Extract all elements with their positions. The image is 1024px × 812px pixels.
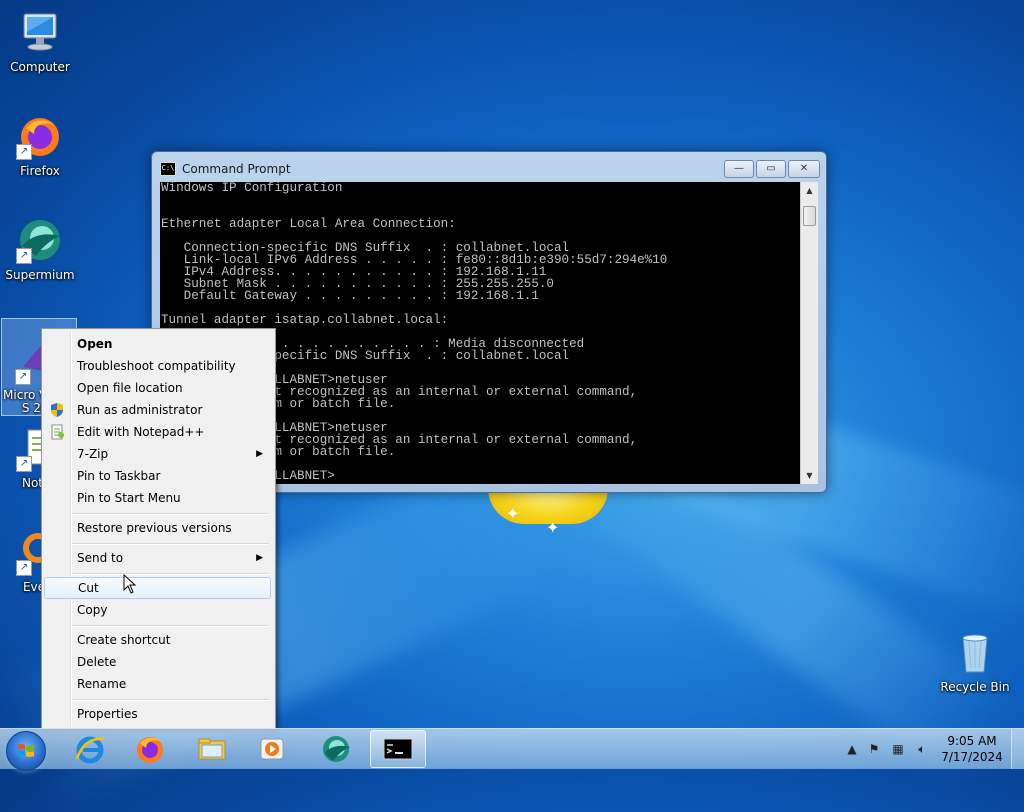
clock-time: 9:05 AM xyxy=(947,734,997,748)
minimize-button[interactable]: — xyxy=(724,160,754,178)
desktop-icon-recycle-bin[interactable]: Recycle Bin xyxy=(938,628,1012,694)
menu-item-label: Edit with Notepad++ xyxy=(77,425,205,439)
sparkle-icon: ✦ xyxy=(506,504,520,523)
menu-item-label: Run as administrator xyxy=(77,403,203,417)
command-prompt-icon: C:\ xyxy=(160,162,176,176)
internet-explorer-icon xyxy=(75,736,105,764)
submenu-arrow-icon: ▶ xyxy=(256,449,263,459)
taskbar-firefox[interactable] xyxy=(122,730,178,768)
menu-separator xyxy=(72,699,269,701)
taskbar-internet-explorer[interactable] xyxy=(62,730,118,768)
menu-item-delete[interactable]: Delete xyxy=(44,651,271,673)
desktop-icon-label: Computer xyxy=(10,60,70,74)
menu-separator xyxy=(72,625,269,627)
context-menu: Open Troubleshoot compatibility Open fil… xyxy=(41,328,276,729)
volume-icon[interactable]: 🔈︎ xyxy=(914,741,930,757)
menu-item-troubleshoot-compatibility[interactable]: Troubleshoot compatibility xyxy=(44,355,271,377)
start-button[interactable] xyxy=(6,731,46,771)
menu-item-pin-to-taskbar[interactable]: Pin to Taskbar xyxy=(44,465,271,487)
recycle-bin-icon xyxy=(951,628,999,676)
menu-item-cut[interactable]: Cut xyxy=(44,577,271,599)
show-hidden-icons-arrow-icon[interactable]: ▲ xyxy=(844,741,860,757)
taskbar-file-explorer[interactable] xyxy=(184,730,240,768)
windows-logo-icon xyxy=(18,744,34,757)
taskbar-supermium[interactable] xyxy=(308,730,364,768)
menu-separator xyxy=(72,543,269,545)
menu-item-send-to[interactable]: Send to ▶ xyxy=(44,547,271,569)
maximize-button[interactable]: ▭ xyxy=(756,160,786,178)
system-clock[interactable]: 9:05 AM 7/17/2024 xyxy=(932,733,1012,765)
scroll-down-arrow-icon[interactable]: ▼ xyxy=(801,467,818,484)
desktop-icon-computer[interactable]: Computer xyxy=(3,8,77,74)
menu-separator xyxy=(72,573,269,575)
desktop-icon-label: Supermium xyxy=(5,268,75,282)
shortcut-arrow-icon: ↗ xyxy=(16,248,32,264)
vertical-scrollbar[interactable]: ▲ ▼ xyxy=(800,182,818,484)
desktop-icon-label: Recycle Bin xyxy=(940,680,1010,694)
network-icon[interactable]: ▦ xyxy=(890,741,906,757)
command-prompt-icon xyxy=(383,738,413,760)
menu-item-edit-with-notepadpp[interactable]: Edit with Notepad++ xyxy=(44,421,271,443)
firefox-icon xyxy=(137,737,163,763)
menu-item-restore-previous-versions[interactable]: Restore previous versions xyxy=(44,517,271,539)
uac-shield-icon xyxy=(51,403,63,417)
taskbar-command-prompt[interactable] xyxy=(370,730,426,768)
firefox-icon: ↗ xyxy=(16,112,64,160)
menu-item-7zip[interactable]: 7-Zip ▶ xyxy=(44,443,271,465)
close-button[interactable]: ✕ xyxy=(788,160,820,178)
menu-item-run-as-administrator[interactable]: Run as administrator xyxy=(44,399,271,421)
shortcut-arrow-icon: ↗ xyxy=(16,560,32,576)
scrollbar-thumb[interactable] xyxy=(803,206,816,226)
shortcut-arrow-icon: ↗ xyxy=(15,369,31,385)
sparkle-icon: ✦ xyxy=(546,518,560,537)
menu-item-label: 7-Zip xyxy=(77,447,109,461)
taskbar: ▲ ⚑ ▦ 🔈︎ 9:05 AM 7/17/2024 xyxy=(0,728,1024,771)
window-title: Command Prompt xyxy=(182,162,291,176)
notepadpp-icon xyxy=(51,424,64,440)
submenu-arrow-icon: ▶ xyxy=(256,553,263,563)
menu-item-pin-to-start-menu[interactable]: Pin to Start Menu xyxy=(44,487,271,509)
clock-date: 7/17/2024 xyxy=(941,750,1003,764)
menu-item-open[interactable]: Open xyxy=(44,333,271,355)
file-explorer-icon xyxy=(198,738,226,760)
menu-item-properties[interactable]: Properties xyxy=(44,703,271,725)
media-player-icon xyxy=(260,738,284,760)
supermium-icon: ↗ xyxy=(16,216,64,264)
taskbar-media-player[interactable] xyxy=(244,730,300,768)
menu-separator xyxy=(72,513,269,515)
shortcut-arrow-icon: ↗ xyxy=(16,144,32,160)
menu-item-rename[interactable]: Rename xyxy=(44,673,271,695)
shortcut-arrow-icon: ↗ xyxy=(16,456,32,472)
desktop-icon-label: Firefox xyxy=(20,164,60,178)
menu-item-label: Send to xyxy=(77,551,124,565)
menu-item-copy[interactable]: Copy xyxy=(44,599,271,621)
scroll-up-arrow-icon[interactable]: ▲ xyxy=(801,182,818,199)
action-center-flag-icon[interactable]: ⚑ xyxy=(866,741,882,757)
supermium-icon xyxy=(323,736,350,762)
menu-item-create-shortcut[interactable]: Create shortcut xyxy=(44,629,271,651)
desktop-icon-firefox[interactable]: ↗ Firefox xyxy=(3,112,77,178)
show-desktop-button[interactable] xyxy=(1011,729,1024,769)
computer-icon xyxy=(16,8,64,56)
desktop-icon-supermium[interactable]: ↗ Supermium xyxy=(3,216,77,282)
window-title-bar[interactable]: C:\ Command Prompt xyxy=(160,160,726,178)
mouse-cursor-icon xyxy=(123,574,137,594)
menu-item-open-file-location[interactable]: Open file location xyxy=(44,377,271,399)
